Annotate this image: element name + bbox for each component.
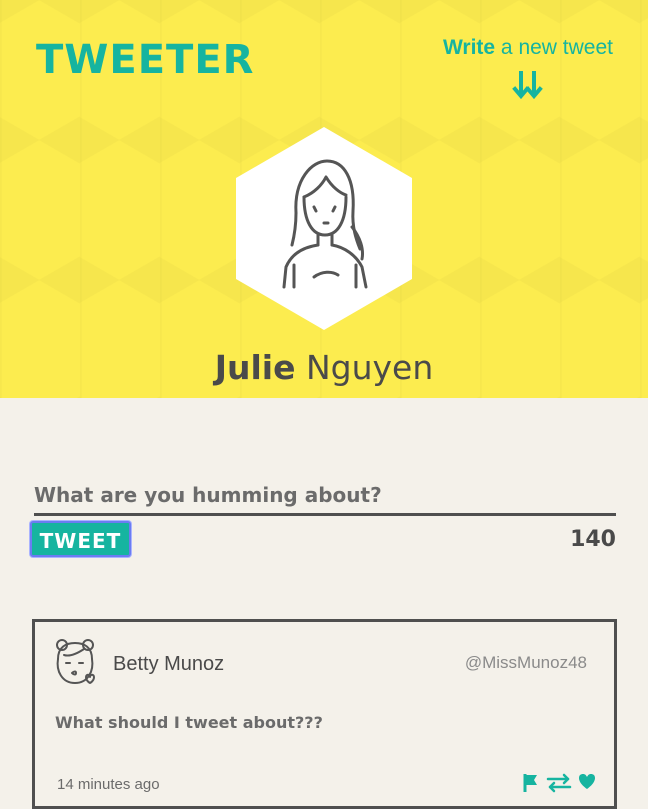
write-new-tweet-link[interactable]: Write a new tweet xyxy=(443,36,613,60)
kissing-girl-avatar-icon xyxy=(56,639,95,684)
char-counter: 140 xyxy=(570,527,616,552)
tweet-handle[interactable]: @MissMunoz48 xyxy=(465,653,587,673)
last-name: Nguyen xyxy=(295,348,434,387)
write-rest-label: a new tweet xyxy=(495,36,613,59)
flag-icon[interactable] xyxy=(522,773,540,793)
tweet-author[interactable]: Betty Munoz xyxy=(113,653,224,676)
tweet-button[interactable]: TWEET xyxy=(30,521,131,557)
retweet-icon[interactable] xyxy=(546,773,572,793)
tweet-timestamp: 14 minutes ago xyxy=(57,776,160,793)
profile-name: Julie Nguyen xyxy=(0,348,648,387)
profile-header: TWEETER Write a new tweet Julie Nguyen xyxy=(0,0,648,398)
first-name: Julie xyxy=(214,348,296,387)
write-bold-label: Write xyxy=(442,36,496,59)
profile-avatar xyxy=(236,127,412,330)
app-logo[interactable]: TWEETER xyxy=(36,36,254,84)
double-down-arrow-icon[interactable] xyxy=(512,70,544,102)
tweet-text: What should I tweet about??? xyxy=(55,713,323,732)
tweet-actions xyxy=(522,773,596,793)
heart-icon[interactable] xyxy=(578,773,596,791)
tweet-input[interactable]: What are you humming about? xyxy=(34,483,616,516)
tweet-card: Betty Munoz @MissMunoz48 What should I t… xyxy=(32,619,617,809)
